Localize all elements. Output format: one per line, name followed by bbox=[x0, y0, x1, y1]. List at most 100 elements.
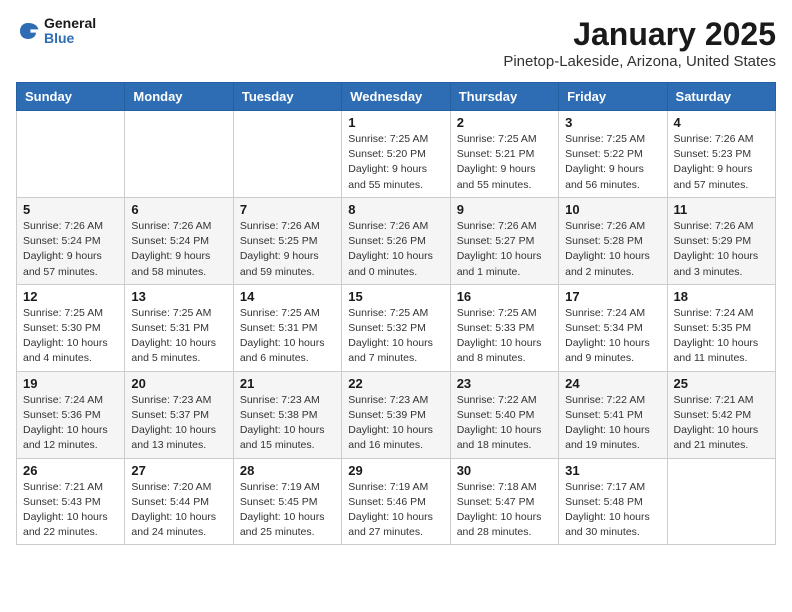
day-info: Sunrise: 7:23 AMSunset: 5:39 PMDaylight:… bbox=[348, 393, 443, 454]
day-number: 25 bbox=[674, 376, 769, 391]
weekday-header-wednesday: Wednesday bbox=[342, 83, 450, 111]
day-number: 9 bbox=[457, 202, 552, 217]
day-info: Sunrise: 7:26 AMSunset: 5:24 PMDaylight:… bbox=[23, 219, 118, 280]
weekday-header-tuesday: Tuesday bbox=[233, 83, 341, 111]
day-info: Sunrise: 7:21 AMSunset: 5:42 PMDaylight:… bbox=[674, 393, 769, 454]
calendar-cell: 29Sunrise: 7:19 AMSunset: 5:46 PMDayligh… bbox=[342, 458, 450, 545]
day-info: Sunrise: 7:23 AMSunset: 5:37 PMDaylight:… bbox=[131, 393, 226, 454]
calendar-cell: 25 Sunrise: 7:21 AMSunset: 5:42 PMDayligh… bbox=[667, 371, 775, 458]
day-info: Sunrise: 7:23 AMSunset: 5:38 PMDaylight:… bbox=[240, 393, 335, 454]
logo: General Blue bbox=[16, 16, 96, 47]
weekday-header-thursday: Thursday bbox=[450, 83, 558, 111]
calendar-cell bbox=[233, 111, 341, 198]
calendar-cell: 20 Sunrise: 7:23 AMSunset: 5:37 PMDayligh… bbox=[125, 371, 233, 458]
day-number: 11 bbox=[674, 202, 769, 217]
logo-blue-text: Blue bbox=[44, 31, 96, 46]
day-number: 26 bbox=[23, 463, 118, 478]
day-info: Sunrise: 7:24 AMSunset: 5:35 PMDaylight:… bbox=[674, 306, 769, 367]
calendar-cell bbox=[667, 458, 775, 545]
calendar-cell: 13 Sunrise: 7:25 AMSunset: 5:31 PMDayligh… bbox=[125, 284, 233, 371]
day-info: Sunrise: 7:26 AMSunset: 5:26 PMDaylight:… bbox=[348, 219, 443, 280]
calendar-cell: 14 Sunrise: 7:25 AMSunset: 5:31 PMDayligh… bbox=[233, 284, 341, 371]
calendar-cell: 8 Sunrise: 7:26 AMSunset: 5:26 PMDaylight… bbox=[342, 197, 450, 284]
day-number: 8 bbox=[348, 202, 443, 217]
logo-general-text: General bbox=[44, 16, 96, 31]
day-number: 18 bbox=[674, 289, 769, 304]
day-info: Sunrise: 7:26 AMSunset: 5:27 PMDaylight:… bbox=[457, 219, 552, 280]
calendar-cell: 9 Sunrise: 7:26 AMSunset: 5:27 PMDaylight… bbox=[450, 197, 558, 284]
day-info: Sunrise: 7:25 AMSunset: 5:32 PMDaylight:… bbox=[348, 306, 443, 367]
calendar-week-row: 19 Sunrise: 7:24 AMSunset: 5:36 PMDayligh… bbox=[17, 371, 776, 458]
day-info: Sunrise: 7:18 AMSunset: 5:47 PMDaylight:… bbox=[457, 480, 552, 541]
day-info: Sunrise: 7:25 AMSunset: 5:31 PMDaylight:… bbox=[131, 306, 226, 367]
calendar-cell: 26 Sunrise: 7:21 AMSunset: 5:43 PMDayligh… bbox=[17, 458, 125, 545]
day-number: 6 bbox=[131, 202, 226, 217]
weekday-header-monday: Monday bbox=[125, 83, 233, 111]
day-info: Sunrise: 7:22 AMSunset: 5:40 PMDaylight:… bbox=[457, 393, 552, 454]
day-number: 14 bbox=[240, 289, 335, 304]
day-number: 28 bbox=[240, 463, 335, 478]
day-info: Sunrise: 7:20 AMSunset: 5:44 PMDaylight:… bbox=[131, 480, 226, 541]
day-info: Sunrise: 7:26 AMSunset: 5:23 PMDaylight:… bbox=[674, 132, 769, 193]
calendar-cell: 3 Sunrise: 7:25 AMSunset: 5:22 PMDaylight… bbox=[559, 111, 667, 198]
day-info: Sunrise: 7:17 AMSunset: 5:48 PMDaylight:… bbox=[565, 480, 660, 541]
day-info: Sunrise: 7:25 AMSunset: 5:20 PMDaylight:… bbox=[348, 132, 443, 193]
day-number: 10 bbox=[565, 202, 660, 217]
calendar-cell: 5 Sunrise: 7:26 AMSunset: 5:24 PMDaylight… bbox=[17, 197, 125, 284]
day-number: 23 bbox=[457, 376, 552, 391]
calendar-cell: 6Sunrise: 7:26 AMSunset: 5:24 PMDaylight… bbox=[125, 197, 233, 284]
calendar-cell: 24 Sunrise: 7:22 AMSunset: 5:41 PMDayligh… bbox=[559, 371, 667, 458]
calendar-cell: 4 Sunrise: 7:26 AMSunset: 5:23 PMDaylight… bbox=[667, 111, 775, 198]
calendar-cell: 27 Sunrise: 7:20 AMSunset: 5:44 PMDayligh… bbox=[125, 458, 233, 545]
weekday-header-friday: Friday bbox=[559, 83, 667, 111]
calendar-cell: 7 Sunrise: 7:26 AMSunset: 5:25 PMDaylight… bbox=[233, 197, 341, 284]
calendar-cell: 23 Sunrise: 7:22 AMSunset: 5:40 PMDayligh… bbox=[450, 371, 558, 458]
location-subtitle: Pinetop-Lakeside, Arizona, United States bbox=[503, 53, 776, 70]
day-number: 7 bbox=[240, 202, 335, 217]
day-number: 20 bbox=[131, 376, 226, 391]
calendar-cell: 1Sunrise: 7:25 AMSunset: 5:20 PMDaylight… bbox=[342, 111, 450, 198]
calendar-cell: 2 Sunrise: 7:25 AMSunset: 5:21 PMDaylight… bbox=[450, 111, 558, 198]
calendar-week-row: 26 Sunrise: 7:21 AMSunset: 5:43 PMDayligh… bbox=[17, 458, 776, 545]
day-number: 2 bbox=[457, 115, 552, 130]
day-number: 13 bbox=[131, 289, 226, 304]
day-number: 31 bbox=[565, 463, 660, 478]
day-number: 24 bbox=[565, 376, 660, 391]
logo-text: General Blue bbox=[44, 16, 96, 47]
calendar-cell: 31 Sunrise: 7:17 AMSunset: 5:48 PMDayligh… bbox=[559, 458, 667, 545]
calendar-table: SundayMondayTuesdayWednesdayThursdayFrid… bbox=[16, 82, 776, 545]
day-number: 22 bbox=[348, 376, 443, 391]
day-number: 27 bbox=[131, 463, 226, 478]
day-info: Sunrise: 7:25 AMSunset: 5:22 PMDaylight:… bbox=[565, 132, 660, 193]
calendar-cell: 17 Sunrise: 7:24 AMSunset: 5:34 PMDayligh… bbox=[559, 284, 667, 371]
calendar-cell: 16Sunrise: 7:25 AMSunset: 5:33 PMDayligh… bbox=[450, 284, 558, 371]
logo-icon bbox=[16, 19, 40, 43]
day-info: Sunrise: 7:22 AMSunset: 5:41 PMDaylight:… bbox=[565, 393, 660, 454]
day-number: 21 bbox=[240, 376, 335, 391]
calendar-cell: 18 Sunrise: 7:24 AMSunset: 5:35 PMDayligh… bbox=[667, 284, 775, 371]
day-info: Sunrise: 7:24 AMSunset: 5:34 PMDaylight:… bbox=[565, 306, 660, 367]
calendar-cell: 22 Sunrise: 7:23 AMSunset: 5:39 PMDayligh… bbox=[342, 371, 450, 458]
day-number: 29 bbox=[348, 463, 443, 478]
calendar-week-row: 5 Sunrise: 7:26 AMSunset: 5:24 PMDaylight… bbox=[17, 197, 776, 284]
calendar-cell: 19 Sunrise: 7:24 AMSunset: 5:36 PMDayligh… bbox=[17, 371, 125, 458]
weekday-header-sunday: Sunday bbox=[17, 83, 125, 111]
day-number: 12 bbox=[23, 289, 118, 304]
calendar-week-row: 1Sunrise: 7:25 AMSunset: 5:20 PMDaylight… bbox=[17, 111, 776, 198]
day-number: 17 bbox=[565, 289, 660, 304]
day-number: 5 bbox=[23, 202, 118, 217]
day-number: 4 bbox=[674, 115, 769, 130]
day-number: 3 bbox=[565, 115, 660, 130]
day-info: Sunrise: 7:26 AMSunset: 5:25 PMDaylight:… bbox=[240, 219, 335, 280]
day-info: Sunrise: 7:25 AMSunset: 5:33 PMDaylight:… bbox=[457, 306, 552, 367]
day-info: Sunrise: 7:26 AMSunset: 5:28 PMDaylight:… bbox=[565, 219, 660, 280]
day-info: Sunrise: 7:24 AMSunset: 5:36 PMDaylight:… bbox=[23, 393, 118, 454]
day-info: Sunrise: 7:26 AMSunset: 5:29 PMDaylight:… bbox=[674, 219, 769, 280]
day-number: 19 bbox=[23, 376, 118, 391]
day-info: Sunrise: 7:25 AMSunset: 5:21 PMDaylight:… bbox=[457, 132, 552, 193]
calendar-cell: 10 Sunrise: 7:26 AMSunset: 5:28 PMDayligh… bbox=[559, 197, 667, 284]
day-info: Sunrise: 7:21 AMSunset: 5:43 PMDaylight:… bbox=[23, 480, 118, 541]
day-info: Sunrise: 7:25 AMSunset: 5:31 PMDaylight:… bbox=[240, 306, 335, 367]
day-number: 15 bbox=[348, 289, 443, 304]
day-number: 30 bbox=[457, 463, 552, 478]
